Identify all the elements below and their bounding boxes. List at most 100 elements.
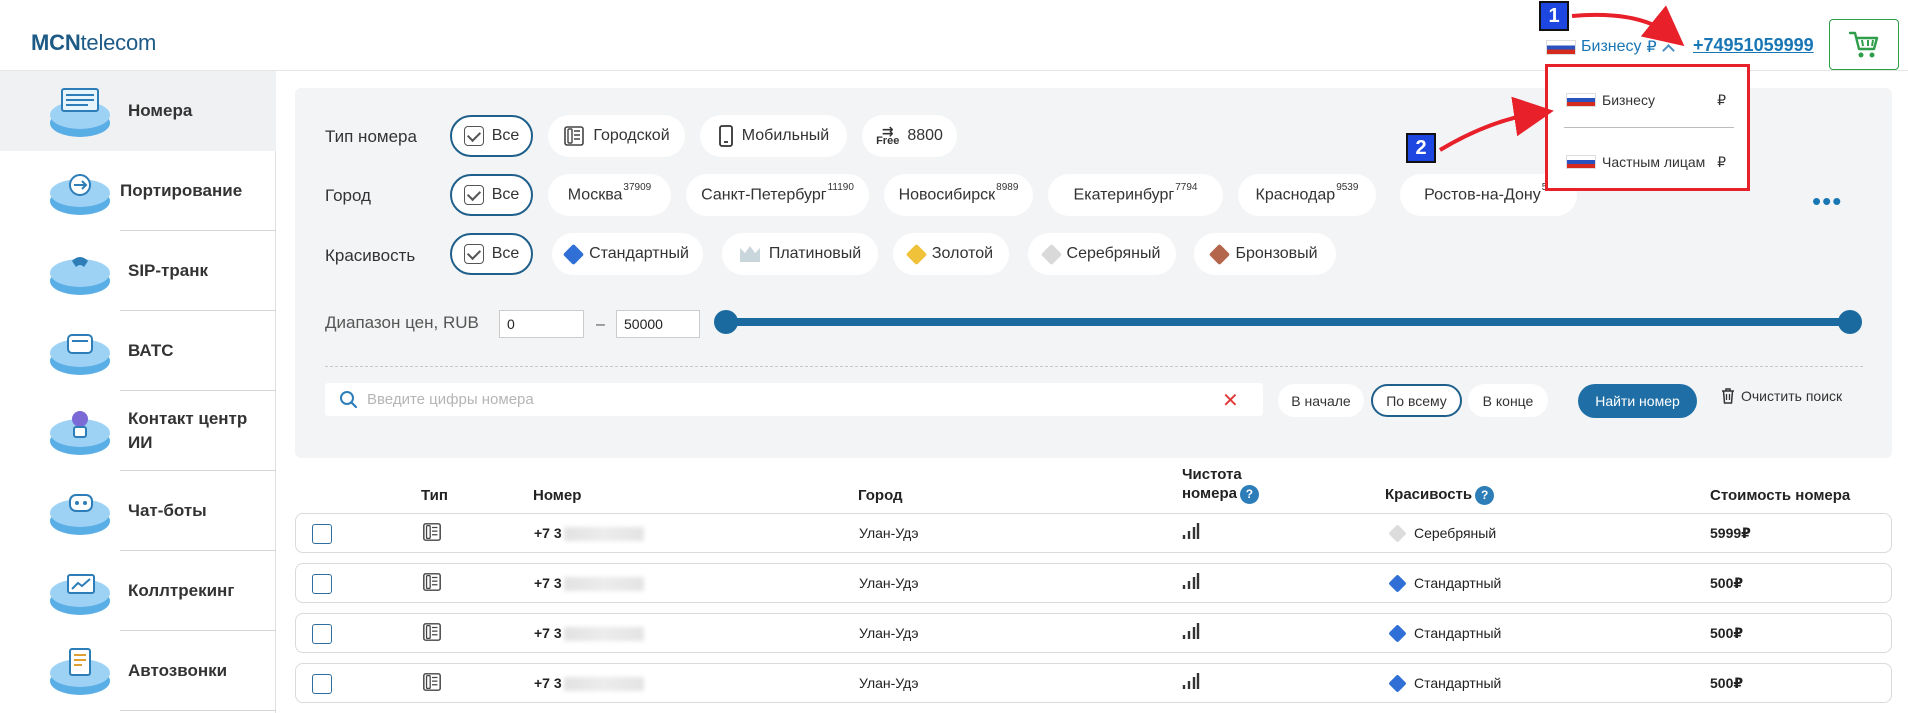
type-chip-landline[interactable]: Городской — [548, 115, 685, 157]
chip-label: Городской — [593, 127, 670, 144]
chip-label: Золотой — [931, 245, 994, 262]
number-search-field[interactable] — [325, 383, 1263, 416]
masked-digits — [563, 677, 644, 692]
chip-label: 8800 — [907, 127, 943, 144]
cart-icon — [1848, 31, 1879, 57]
row-number: +7 3 — [534, 575, 644, 592]
chip-label: Екатеринбург — [1073, 186, 1175, 204]
option-currency: ₽ — [1717, 153, 1726, 170]
row-checkbox[interactable] — [312, 624, 332, 644]
price-slider-min-handle[interactable] — [714, 310, 738, 334]
autocall-icon — [50, 648, 110, 695]
segment-selector[interactable]: Бизнесу ₽ — [1546, 36, 1675, 58]
clear-input-icon[interactable]: ✕ — [1222, 388, 1239, 413]
row-beauty: Серебряный — [1414, 525, 1497, 541]
signal-bars-icon — [1182, 623, 1200, 639]
sidebar-item-vats[interactable]: ВАТС — [0, 311, 276, 391]
clear-search-button[interactable]: Очистить поиск — [1721, 388, 1842, 404]
logo[interactable]: MCNtelecom — [31, 30, 156, 56]
beauty-chip-bronze[interactable]: Бронзовый — [1194, 233, 1336, 275]
sidebar-item-autocalls[interactable]: Автозвонки — [0, 631, 276, 711]
chip-label: Ростов-на-Дону — [1424, 186, 1541, 204]
city-chip-all[interactable]: Все — [450, 174, 533, 216]
table-row[interactable]: +7 3 Улан-Удэ Стандартный 500₽ — [295, 663, 1892, 703]
find-number-button[interactable]: Найти номер — [1578, 384, 1697, 418]
chatbot-icon — [50, 494, 110, 535]
city-chip-spb[interactable]: Санкт-Петербург11190 — [686, 174, 869, 216]
masked-digits — [563, 627, 644, 642]
dropdown-separator — [1564, 127, 1734, 128]
col-header-number: Номер — [533, 487, 582, 504]
annotation-badge-1: 1 — [1539, 1, 1569, 31]
row-beauty: Стандартный — [1414, 675, 1502, 691]
table-row[interactable]: +7 3 Улан-Удэ Стандартный 500₽ — [295, 613, 1892, 653]
row-beauty: Стандартный — [1414, 575, 1502, 591]
help-icon[interactable]: ? — [1475, 485, 1495, 505]
price-min-input[interactable] — [499, 310, 584, 338]
number-search-input[interactable] — [367, 391, 1207, 408]
search-position-anywhere[interactable]: По всему — [1371, 384, 1462, 417]
number-prefix: +7 3 — [534, 675, 562, 691]
search-position-start[interactable]: В начале — [1278, 384, 1364, 417]
row-city: Улан-Удэ — [859, 575, 919, 591]
price-max-input[interactable] — [616, 310, 700, 338]
search-icon — [340, 390, 358, 408]
type-chip-8800[interactable]: ⇉ Free 8800 — [862, 115, 957, 157]
beauty-chip-gold[interactable]: Золотой — [893, 233, 1009, 275]
table-row[interactable]: +7 3 Улан-Удэ Стандартный 500₽ — [295, 563, 1892, 603]
segment-option-business[interactable]: Бизнесу ₽ — [1566, 78, 1732, 122]
chevron-up-icon — [1661, 43, 1675, 57]
price-slider-track[interactable] — [726, 318, 1850, 326]
option-currency: ₽ — [1717, 91, 1726, 108]
beauty-chip-standard[interactable]: Стандартный — [552, 233, 703, 275]
checkbox-check-icon — [463, 244, 484, 264]
beauty-chip-platinum[interactable]: Платиновый — [722, 233, 878, 275]
beauty-chip-silver[interactable]: Серебряный — [1028, 233, 1176, 275]
phone-link[interactable]: +74951059999 — [1693, 35, 1814, 56]
chip-count: 8989 — [996, 182, 1019, 194]
col-header-type: Тип — [421, 487, 448, 504]
standard-diamond-icon — [1388, 574, 1407, 593]
landline-phone-icon — [423, 573, 441, 591]
porting-icon — [50, 174, 110, 215]
segment-label: Бизнесу — [1581, 38, 1642, 55]
chip-label: Москва — [567, 186, 623, 204]
row-price: 500₽ — [1710, 625, 1744, 641]
more-cities-icon[interactable]: ••• — [1812, 186, 1842, 217]
sidebar-item-sip-trunk[interactable]: SIP-транк — [0, 231, 276, 311]
russia-flag-icon — [1566, 155, 1596, 169]
help-icon[interactable]: ? — [1239, 484, 1259, 504]
sidebar-item-chatbots[interactable]: Чат-боты — [0, 471, 276, 551]
city-chip-krasnodar[interactable]: Краснодар9539 — [1238, 174, 1376, 216]
row-checkbox[interactable] — [312, 674, 332, 694]
type-chip-all[interactable]: Все — [450, 115, 533, 157]
segment-option-individuals[interactable]: Частным лицам ₽ — [1566, 140, 1732, 184]
checkbox-check-icon — [463, 126, 484, 146]
panel-separator — [325, 366, 1863, 367]
sidebar-item-porting[interactable]: Портирование — [0, 151, 276, 231]
trash-icon — [1722, 388, 1734, 404]
sidebar-item-ai-contact-center[interactable]: Контакт центр ИИ — [0, 391, 276, 471]
beauty-filter-label: Красивость — [325, 246, 416, 265]
number-prefix: +7 3 — [534, 575, 562, 591]
search-position-end[interactable]: В конце — [1468, 384, 1548, 417]
russia-flag-icon — [1546, 39, 1576, 55]
row-checkbox[interactable] — [312, 524, 332, 544]
standard-diamond-icon — [1388, 674, 1407, 693]
sip-trunk-icon — [50, 257, 110, 295]
city-chip-moscow[interactable]: Москва37909 — [548, 174, 671, 216]
chip-label: Стандартный — [589, 245, 689, 262]
type-chip-mobile[interactable]: Мобильный — [700, 115, 847, 157]
city-chip-novosibirsk[interactable]: Новосибирск8989 — [884, 174, 1033, 216]
city-chip-ekaterinburg[interactable]: Екатеринбург7794 — [1048, 174, 1223, 216]
sidebar-item-numbers[interactable]: Номера — [0, 71, 276, 151]
beauty-chip-all[interactable]: Все — [450, 233, 533, 275]
row-checkbox[interactable] — [312, 574, 332, 594]
table-row[interactable]: +7 3 Улан-Удэ Серебряный 5999₽ — [295, 513, 1892, 553]
calltracking-icon — [50, 574, 110, 615]
logo-rest: telecom — [80, 30, 157, 55]
free-label: Free — [876, 135, 900, 147]
cart-button[interactable] — [1829, 19, 1899, 70]
sidebar-item-calltracking[interactable]: Коллтрекинг — [0, 551, 276, 631]
price-slider-max-handle[interactable] — [1838, 310, 1862, 334]
